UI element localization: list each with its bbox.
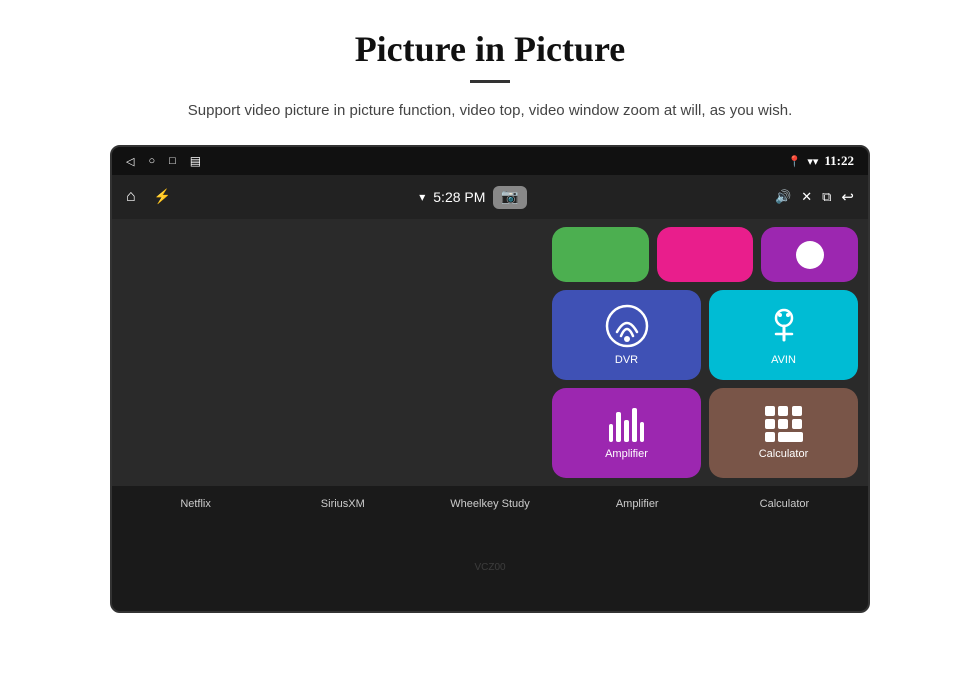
app-grid-area: DVR AVIN	[542, 219, 868, 486]
avin-label: AVIN	[771, 354, 796, 366]
label-wheelkey: Wheelkey Study	[416, 498, 563, 510]
amp-symbol	[609, 406, 645, 442]
signal-icon: ▾▾	[807, 155, 818, 168]
title-divider	[470, 80, 510, 83]
toolbar-usb-icon[interactable]: ⚡	[154, 189, 171, 206]
toolbar-right: 🔊 ✕ ⧉ ↩	[775, 188, 854, 207]
app-icon-dvr[interactable]: DVR	[552, 290, 701, 380]
toolbar-wifi-icon: ▾	[419, 190, 425, 205]
toolbar-left: ⌂ ⚡	[126, 188, 171, 206]
calc-symbol	[765, 406, 803, 442]
toolbar-home-icon[interactable]: ⌂	[126, 188, 136, 206]
page-wrapper: Picture in Picture Support video picture…	[0, 0, 980, 698]
bookmark-icon[interactable]: ▤	[190, 154, 201, 169]
status-bar-left: ◁ ○ □ ▤	[126, 154, 201, 169]
amp-bar-3	[624, 420, 629, 442]
device-frame: ◁ ○ □ ▤ 📍 ▾▾ 11:22 ⌂ ⚡ ▾ 5:28 PM 📷	[110, 145, 870, 613]
app-icon-green[interactable]	[552, 227, 649, 282]
label-amplifier: Amplifier	[564, 498, 711, 510]
calc-key-3	[792, 406, 802, 416]
bottom-labels: Netflix SiriusXM Wheelkey Study Amplifie…	[112, 486, 868, 522]
calc-key-1	[765, 406, 775, 416]
avin-symbol	[762, 304, 806, 348]
calc-key-6	[792, 419, 802, 429]
app-row-top	[552, 227, 858, 282]
toolbar-center: ▾ 5:28 PM 📷	[419, 186, 527, 209]
amp-bar-1	[609, 424, 614, 442]
amplifier-label: Amplifier	[605, 448, 648, 460]
status-bar: ◁ ○ □ ▤ 📍 ▾▾ 11:22	[112, 147, 868, 175]
calc-key-7	[765, 432, 775, 442]
calc-key-5	[778, 419, 788, 429]
app-icon-pink[interactable]	[657, 227, 754, 282]
main-content: 📷 − + ✕ ⏮ ▶ ⏭	[112, 219, 868, 486]
app-icon-purple[interactable]	[761, 227, 858, 282]
app-row-mid: DVR AVIN	[552, 290, 858, 380]
calc-key-4	[765, 419, 775, 429]
app-icon-calculator[interactable]: Calculator	[709, 388, 858, 478]
home-icon[interactable]: ○	[148, 155, 155, 167]
toolbar-pip-icon[interactable]: ⧉	[822, 189, 831, 205]
toolbar-close-icon[interactable]: ✕	[801, 189, 812, 205]
app-icon-amplifier[interactable]: Amplifier	[552, 388, 701, 478]
location-icon: 📍	[788, 155, 802, 168]
toolbar-time: 5:28 PM	[433, 189, 485, 205]
label-netflix: Netflix	[122, 498, 269, 510]
status-time: 11:22	[824, 153, 854, 169]
amp-bar-4	[632, 408, 637, 442]
calc-key-8	[778, 432, 802, 442]
dvr-symbol	[605, 304, 649, 348]
amp-bar-5	[640, 422, 645, 442]
toolbar-camera-btn[interactable]: 📷	[493, 186, 526, 209]
calculator-label: Calculator	[759, 448, 809, 460]
toolbar-back-icon[interactable]: ↩	[841, 188, 854, 207]
status-bar-right: 📍 ▾▾ 11:22	[788, 153, 854, 169]
dvr-label: DVR	[615, 354, 638, 366]
watermark: VCZ00	[474, 562, 505, 573]
app-row-bottom: Amplifier	[552, 388, 858, 478]
back-icon[interactable]: ◁	[126, 155, 134, 168]
calc-key-2	[778, 406, 788, 416]
toolbar-volume-icon[interactable]: 🔊	[775, 189, 791, 205]
page-subtitle: Support video picture in picture functio…	[188, 99, 792, 123]
label-calculator: Calculator	[711, 498, 858, 510]
app-toolbar: ⌂ ⚡ ▾ 5:28 PM 📷 🔊 ✕ ⧉ ↩	[112, 175, 868, 219]
label-siriusxm: SiriusXM	[269, 498, 416, 510]
recents-icon[interactable]: □	[169, 155, 176, 167]
amp-bar-2	[616, 412, 621, 442]
page-title: Picture in Picture	[355, 28, 626, 70]
app-icon-avin[interactable]: AVIN	[709, 290, 858, 380]
